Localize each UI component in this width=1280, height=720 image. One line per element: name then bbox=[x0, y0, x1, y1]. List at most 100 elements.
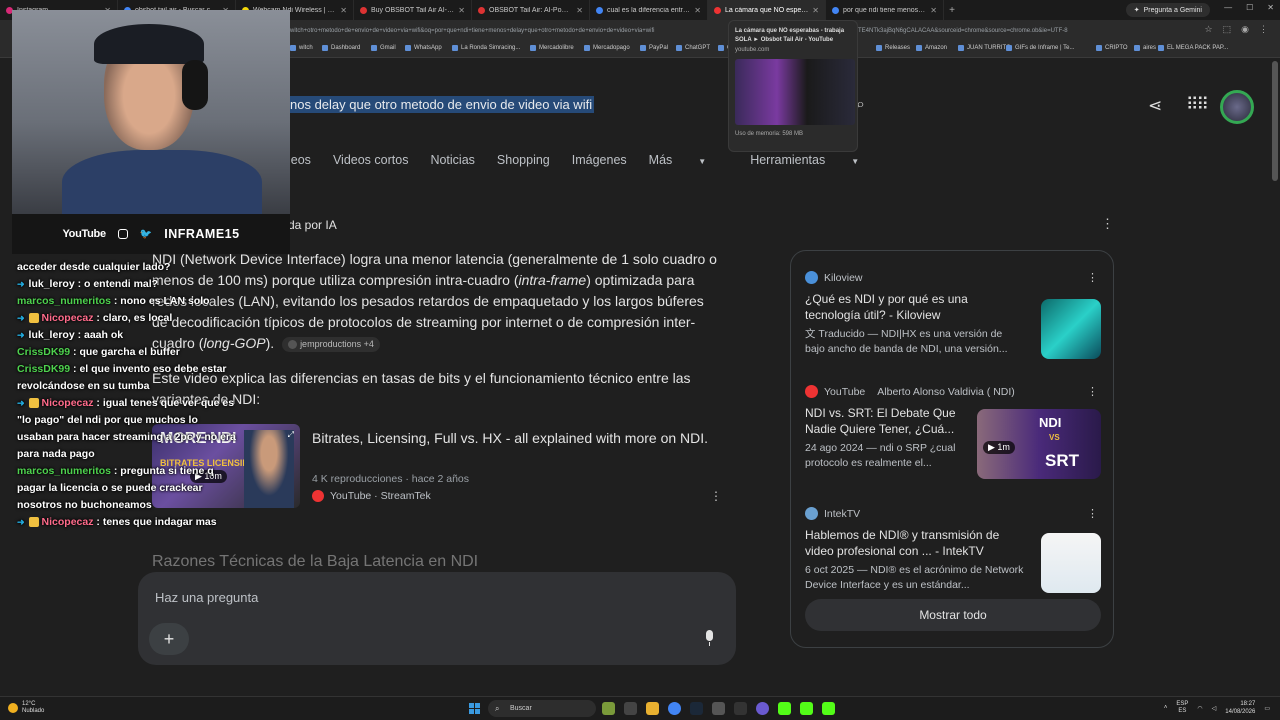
source-options-icon[interactable]: ⋮ bbox=[1087, 507, 1098, 520]
chat-username: Nicopecaz bbox=[41, 397, 94, 409]
bookmark-item[interactable]: Gmail bbox=[371, 45, 396, 51]
clock[interactable]: 18:27 14/08/2026 bbox=[1225, 700, 1255, 716]
bookmark-item[interactable]: Dashboard bbox=[322, 45, 360, 51]
source-video-thumbnail[interactable]: NDI VS SRT ▶ 1m bbox=[977, 409, 1101, 479]
taskbar: 12°C Nublado ⌕ Buscar ˄ ESP ES ◠ ◁ 18:27 14/… bbox=[0, 696, 1280, 720]
source-thumbnail[interactable] bbox=[1041, 533, 1101, 593]
browser-tab[interactable]: cual es la diferencia entre la ca...✕ bbox=[590, 0, 708, 20]
gemini-button[interactable]: ✦ Pregunta a Gemini bbox=[1125, 3, 1210, 17]
share-icon[interactable]: ⋖ bbox=[1148, 96, 1162, 116]
source-options-icon[interactable]: ⋮ bbox=[1087, 385, 1098, 398]
video-source: YouTube · StreamTek bbox=[312, 490, 431, 502]
tab-shopping[interactable]: Shopping bbox=[497, 153, 550, 167]
steam-icon[interactable] bbox=[690, 702, 703, 715]
taskbar-search[interactable]: ⌕ Buscar bbox=[488, 700, 596, 717]
ask-input[interactable]: Haz una pregunta bbox=[155, 590, 258, 605]
bookmark-item[interactable]: WhatsApp bbox=[405, 45, 442, 51]
apps-grid-icon[interactable]: ⠿⠿ bbox=[1186, 95, 1209, 115]
close-tab-icon[interactable]: ✕ bbox=[458, 6, 465, 15]
bookmark-item[interactable]: witch bbox=[290, 45, 313, 51]
favicon-icon bbox=[714, 6, 721, 14]
notification-icon[interactable]: ▭ bbox=[1264, 705, 1270, 712]
scrollbar[interactable] bbox=[1272, 61, 1278, 181]
source-chip[interactable]: jemproductions +4 bbox=[282, 336, 380, 352]
profile-icon[interactable]: ◉ bbox=[1241, 24, 1249, 35]
source-card[interactable]: IntekTV Hablemos de NDI® y transmisión d… bbox=[805, 507, 1101, 593]
app-icon[interactable] bbox=[602, 702, 615, 715]
chat-message: ➜ luk_leroy : o entendi mal? bbox=[17, 278, 159, 290]
volume-icon[interactable]: ◁ bbox=[1212, 705, 1217, 712]
close-tab-icon[interactable]: ✕ bbox=[576, 6, 583, 15]
microphone-icon[interactable] bbox=[704, 630, 714, 646]
add-button[interactable]: + bbox=[149, 623, 189, 655]
browser-tab[interactable]: Buy OBSBOT Tail Air AI-Powere...✕ bbox=[354, 0, 472, 20]
language-indicator[interactable]: ESP ES bbox=[1176, 701, 1188, 715]
close-tab-icon[interactable]: ✕ bbox=[812, 6, 819, 15]
kick-icon[interactable] bbox=[800, 702, 813, 715]
url-field-tail[interactable]: TE4NTk3ajBqN6gCALACAA&sourceid=chrome&so… bbox=[858, 23, 1118, 39]
chat-message: ➜ Nicopecaz : igual tenes que ver que es … bbox=[17, 397, 236, 460]
kick-icon[interactable] bbox=[778, 702, 791, 715]
search-query[interactable]: nos delay que otro metodo de envio de vi… bbox=[288, 96, 595, 113]
new-tab-icon[interactable]: + bbox=[944, 5, 960, 16]
bookmark-item[interactable]: Amazon bbox=[916, 45, 947, 51]
discord-icon[interactable] bbox=[756, 702, 769, 715]
app-icon[interactable] bbox=[734, 702, 747, 715]
close-tab-icon[interactable]: ✕ bbox=[930, 6, 937, 15]
close-window-icon[interactable]: ✕ bbox=[1267, 3, 1274, 12]
source-card[interactable]: Kiloview ¿Qué es NDI y por qué es una te… bbox=[805, 271, 1101, 359]
tab-news[interactable]: Noticias bbox=[430, 153, 474, 167]
bookmark-icon bbox=[676, 45, 682, 51]
video-options-icon[interactable]: ⋮ bbox=[710, 489, 722, 503]
bookmark-item[interactable]: Mercadolibre bbox=[530, 45, 574, 51]
kick-icon[interactable] bbox=[822, 702, 835, 715]
source-thumbnail[interactable] bbox=[1041, 299, 1101, 359]
windows-start-icon[interactable] bbox=[469, 703, 480, 714]
bookmark-item[interactable]: La Ronda Simracing... bbox=[452, 45, 520, 51]
browser-tab[interactable]: La cámara que NO esperabas...✕ bbox=[708, 0, 826, 20]
caret-down-icon: ▼ bbox=[851, 157, 860, 166]
close-tab-icon[interactable]: ✕ bbox=[340, 6, 347, 15]
tab-more[interactable]: Más ▼ bbox=[649, 153, 729, 167]
close-tab-icon[interactable]: ✕ bbox=[694, 6, 701, 15]
ask-box[interactable]: Haz una pregunta + bbox=[138, 572, 736, 665]
tab-images[interactable]: Imágenes bbox=[572, 153, 627, 167]
tab-videos[interactable]: leos bbox=[288, 153, 311, 167]
chevron-up-icon[interactable]: ˄ bbox=[1164, 705, 1168, 711]
bookmark-item[interactable]: ChatGPT bbox=[676, 45, 710, 51]
expand-icon[interactable]: ⤢ bbox=[288, 430, 294, 440]
file-explorer-icon[interactable] bbox=[646, 702, 659, 715]
tab-short-videos[interactable]: Videos cortos bbox=[333, 153, 409, 167]
browser-tab[interactable]: OBSBOT Tail Air: AI-Powered 4K...✕ bbox=[472, 0, 590, 20]
source-options-icon[interactable]: ⋮ bbox=[1087, 271, 1098, 284]
minimize-icon[interactable]: — bbox=[1224, 3, 1232, 12]
show-all-button[interactable]: Mostrar todo bbox=[805, 599, 1101, 631]
browser-tab[interactable]: por que ndi tiene menos delay...✕ bbox=[826, 0, 944, 20]
avatar[interactable] bbox=[1220, 90, 1254, 124]
bookmark-item[interactable]: GIFs de Inframe | Te... bbox=[1006, 45, 1074, 51]
maximize-icon[interactable]: ☐ bbox=[1246, 3, 1253, 12]
chrome-icon[interactable] bbox=[668, 702, 681, 715]
extension-icon[interactable]: ⬚ bbox=[1223, 24, 1232, 35]
source-card[interactable]: YouTube Alberto Alonso Valdivia ( NDI) ND… bbox=[805, 385, 1101, 479]
more-options-icon[interactable]: ⋮ bbox=[1101, 216, 1114, 232]
channel-name: INFRAME15 bbox=[164, 227, 240, 241]
weather-widget[interactable]: 12°C Nublado bbox=[8, 701, 44, 715]
app-icon[interactable] bbox=[712, 702, 725, 715]
bookmark-item[interactable]: Mercadopago bbox=[584, 45, 630, 51]
bookmark-item[interactable]: EL MEGA PACK PAP... bbox=[1158, 45, 1228, 51]
bookmark-item[interactable]: CRIPTO bbox=[1096, 45, 1128, 51]
caret-down-icon: ▼ bbox=[698, 157, 707, 166]
video-title[interactable]: Bitrates, Licensing, Full vs. HX - all e… bbox=[312, 428, 712, 449]
bookmark-item[interactable]: aires bbox=[1134, 45, 1156, 51]
search-tabs: leos Videos cortos Noticias Shopping Imá… bbox=[288, 153, 903, 167]
tab-tools[interactable]: Herramientas ▼ bbox=[750, 153, 881, 167]
bookmark-item[interactable]: PayPal bbox=[640, 45, 668, 51]
task-view-icon[interactable] bbox=[624, 702, 637, 715]
menu-icon[interactable]: ⋮ bbox=[1259, 24, 1268, 35]
url-field[interactable]: witch+otro+metodo+de+envio+de+video+via+… bbox=[290, 23, 740, 39]
wifi-icon[interactable]: ◠ bbox=[1197, 705, 1202, 712]
bookmark-star-icon[interactable]: ☆ bbox=[1205, 24, 1213, 35]
bookmark-item[interactable]: Releases bbox=[876, 45, 910, 51]
bookmark-item[interactable]: JUAN TURRITO bbox=[958, 45, 1011, 51]
